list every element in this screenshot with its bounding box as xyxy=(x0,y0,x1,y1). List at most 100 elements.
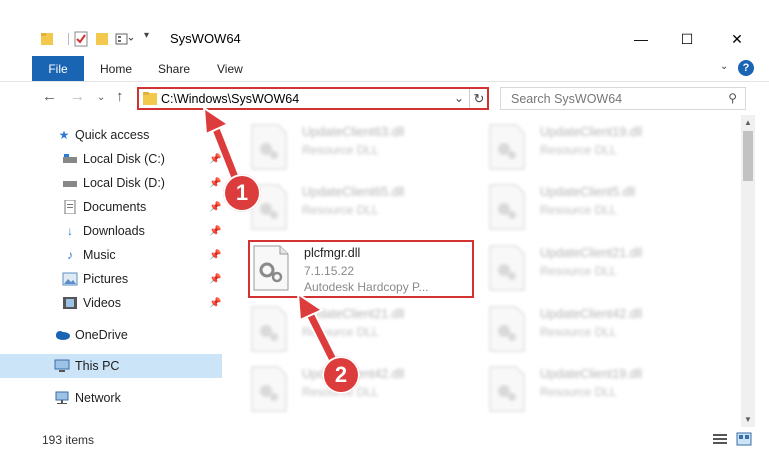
file-item[interactable]: UpdateClient63.dll Resource DLL xyxy=(250,123,480,177)
details-view-icon[interactable] xyxy=(712,432,728,446)
tab-home[interactable]: Home xyxy=(100,56,132,81)
tab-file[interactable]: File xyxy=(32,56,84,81)
search-placeholder: Search SysWOW64 xyxy=(511,92,623,106)
file-item[interactable]: UpdateClient21.dll Resource DLL xyxy=(488,244,718,298)
tab-share[interactable]: Share xyxy=(158,56,190,81)
refresh-icon[interactable]: ↻ xyxy=(469,89,488,108)
customize-toolbar-icon[interactable] xyxy=(115,31,133,47)
step-1-badge: 1 xyxy=(223,174,261,212)
sidebar-item-videos[interactable]: Videos 📌 xyxy=(0,291,222,315)
pin-icon[interactable]: 📌 xyxy=(209,274,221,285)
download-arrow-icon: ↓ xyxy=(67,224,73,238)
file-type: Resource DLL xyxy=(302,203,379,217)
file-name: UpdateClient19.dll xyxy=(540,367,643,381)
properties-icon[interactable] xyxy=(74,31,88,47)
title-bar: ▾ SysWOW64 — ☐ ✕ xyxy=(0,22,769,56)
chevron-down-icon[interactable]: ⌄ xyxy=(454,91,464,105)
sidebar-item-label: Quick access xyxy=(75,128,150,142)
dll-file-icon xyxy=(489,245,525,291)
file-item[interactable]: UpdateClient42.dll Resource DLL xyxy=(250,365,480,419)
sidebar-item-onedrive[interactable]: OneDrive xyxy=(0,323,222,347)
drive-icon xyxy=(63,154,77,163)
forward-arrow-icon[interactable]: → xyxy=(70,88,85,105)
computer-icon xyxy=(54,359,70,372)
pin-icon[interactable]: 📌 xyxy=(209,178,221,189)
highlight-box xyxy=(248,240,474,298)
sidebar-item-label: OneDrive xyxy=(75,328,128,342)
file-type: Resource DLL xyxy=(540,325,617,339)
sidebar-item-label: Network xyxy=(75,391,121,405)
pin-icon[interactable]: 📌 xyxy=(209,202,221,213)
recent-locations-icon[interactable]: ⌄ xyxy=(97,92,105,103)
sidebar-item-label: Pictures xyxy=(83,272,129,286)
minimize-button[interactable]: — xyxy=(618,22,664,56)
item-count: 193 items xyxy=(42,433,95,447)
address-bar[interactable]: C:\Windows\SysWOW64 ⌄ ↻ xyxy=(137,87,489,110)
close-button[interactable]: ✕ xyxy=(714,22,760,56)
file-name: UpdateClient21.dll xyxy=(540,246,643,260)
file-type: Resource DLL xyxy=(540,203,617,217)
dll-file-icon xyxy=(251,306,287,352)
status-bar: 193 items xyxy=(0,427,769,453)
sidebar-item-network[interactable]: Network xyxy=(0,386,222,410)
scroll-down-icon[interactable]: ▼ xyxy=(744,415,752,424)
dll-file-icon xyxy=(489,306,525,352)
file-name: UpdateClient42.dll xyxy=(540,307,643,321)
film-icon xyxy=(63,297,77,309)
navigation-bar: ← → ⌄ ↑ C:\Windows\SysWOW64 ⌄ ↻ Search S… xyxy=(0,81,769,116)
help-button[interactable]: ? xyxy=(738,60,754,76)
music-note-icon: ♪ xyxy=(67,248,73,262)
tab-view[interactable]: View xyxy=(217,56,243,81)
search-input[interactable]: Search SysWOW64 ⚲ xyxy=(500,87,746,110)
pin-icon[interactable]: 📌 xyxy=(209,250,221,261)
sidebar-item-label: Music xyxy=(83,248,116,262)
sidebar-item-this-pc[interactable]: This PC xyxy=(0,354,222,378)
sidebar-item-label: Downloads xyxy=(83,224,145,238)
explorer-window: ▾ SysWOW64 — ☐ ✕ File Home Share View ⌄ … xyxy=(0,0,769,470)
dll-file-icon xyxy=(489,366,525,412)
sidebar-item-label: This PC xyxy=(75,359,120,373)
file-name: UpdateClient63.dll xyxy=(302,125,405,139)
network-icon xyxy=(55,391,69,404)
file-item[interactable]: UpdateClient19.dll Resource DLL xyxy=(488,365,718,419)
up-arrow-icon[interactable]: ↑ xyxy=(116,88,124,105)
file-item[interactable]: UpdateClient21.dll Resource DLL xyxy=(250,305,480,359)
drive-icon xyxy=(63,181,77,187)
dropdown-icon[interactable]: ▾ xyxy=(144,30,149,41)
scrollbar-thumb[interactable] xyxy=(743,131,753,181)
navigation-pane: ★ Quick access Local Disk (C:) 📌 Local D… xyxy=(0,115,226,427)
new-folder-icon[interactable] xyxy=(95,31,109,47)
sidebar-item-pictures[interactable]: Pictures 📌 xyxy=(0,267,222,291)
file-item[interactable]: UpdateClient19.dll Resource DLL xyxy=(488,123,718,177)
file-name: UpdateClient5.dll xyxy=(540,185,636,199)
file-type: Resource DLL xyxy=(540,385,617,399)
scroll-up-icon[interactable]: ▲ xyxy=(744,118,752,127)
expand-ribbon-icon[interactable]: ⌄ xyxy=(720,61,728,72)
sidebar-item-label: Videos xyxy=(83,296,121,310)
dll-file-icon xyxy=(489,184,525,230)
sidebar-item-label: Local Disk (D:) xyxy=(83,176,165,190)
back-arrow-icon[interactable]: ← xyxy=(42,88,57,105)
sidebar-item-documents[interactable]: Documents 📌 xyxy=(0,195,222,219)
large-icons-view-icon[interactable] xyxy=(736,432,752,446)
pin-icon[interactable]: 📌 xyxy=(209,226,221,237)
pin-icon[interactable]: 📌 xyxy=(209,154,221,165)
file-item[interactable]: UpdateClient42.dll Resource DLL xyxy=(488,305,718,359)
sidebar-item-local-disk-c[interactable]: Local Disk (C:) 📌 xyxy=(0,147,222,171)
sidebar-item-local-disk-d[interactable]: Local Disk (D:) 📌 xyxy=(0,171,222,195)
file-name: UpdateClient65.dll xyxy=(302,185,405,199)
file-type: Resource DLL xyxy=(540,264,617,278)
folder-icon xyxy=(41,33,53,45)
pin-icon[interactable]: 📌 xyxy=(209,298,221,309)
maximize-button[interactable]: ☐ xyxy=(664,22,710,56)
sidebar-item-downloads[interactable]: ↓ Downloads 📌 xyxy=(0,219,222,243)
document-icon xyxy=(64,200,76,214)
sidebar-item-music[interactable]: ♪ Music 📌 xyxy=(0,243,222,267)
sidebar-item-label: Local Disk (C:) xyxy=(83,152,165,166)
sidebar-item-quick-access[interactable]: ★ Quick access xyxy=(0,123,222,147)
folder-icon xyxy=(143,92,157,105)
file-item[interactable]: UpdateClient65.dll Resource DLL xyxy=(250,183,480,237)
file-name: UpdateClient19.dll xyxy=(540,125,643,139)
file-item[interactable]: UpdateClient5.dll Resource DLL xyxy=(488,183,718,237)
vertical-scrollbar[interactable]: ▲ ▼ xyxy=(741,115,755,427)
